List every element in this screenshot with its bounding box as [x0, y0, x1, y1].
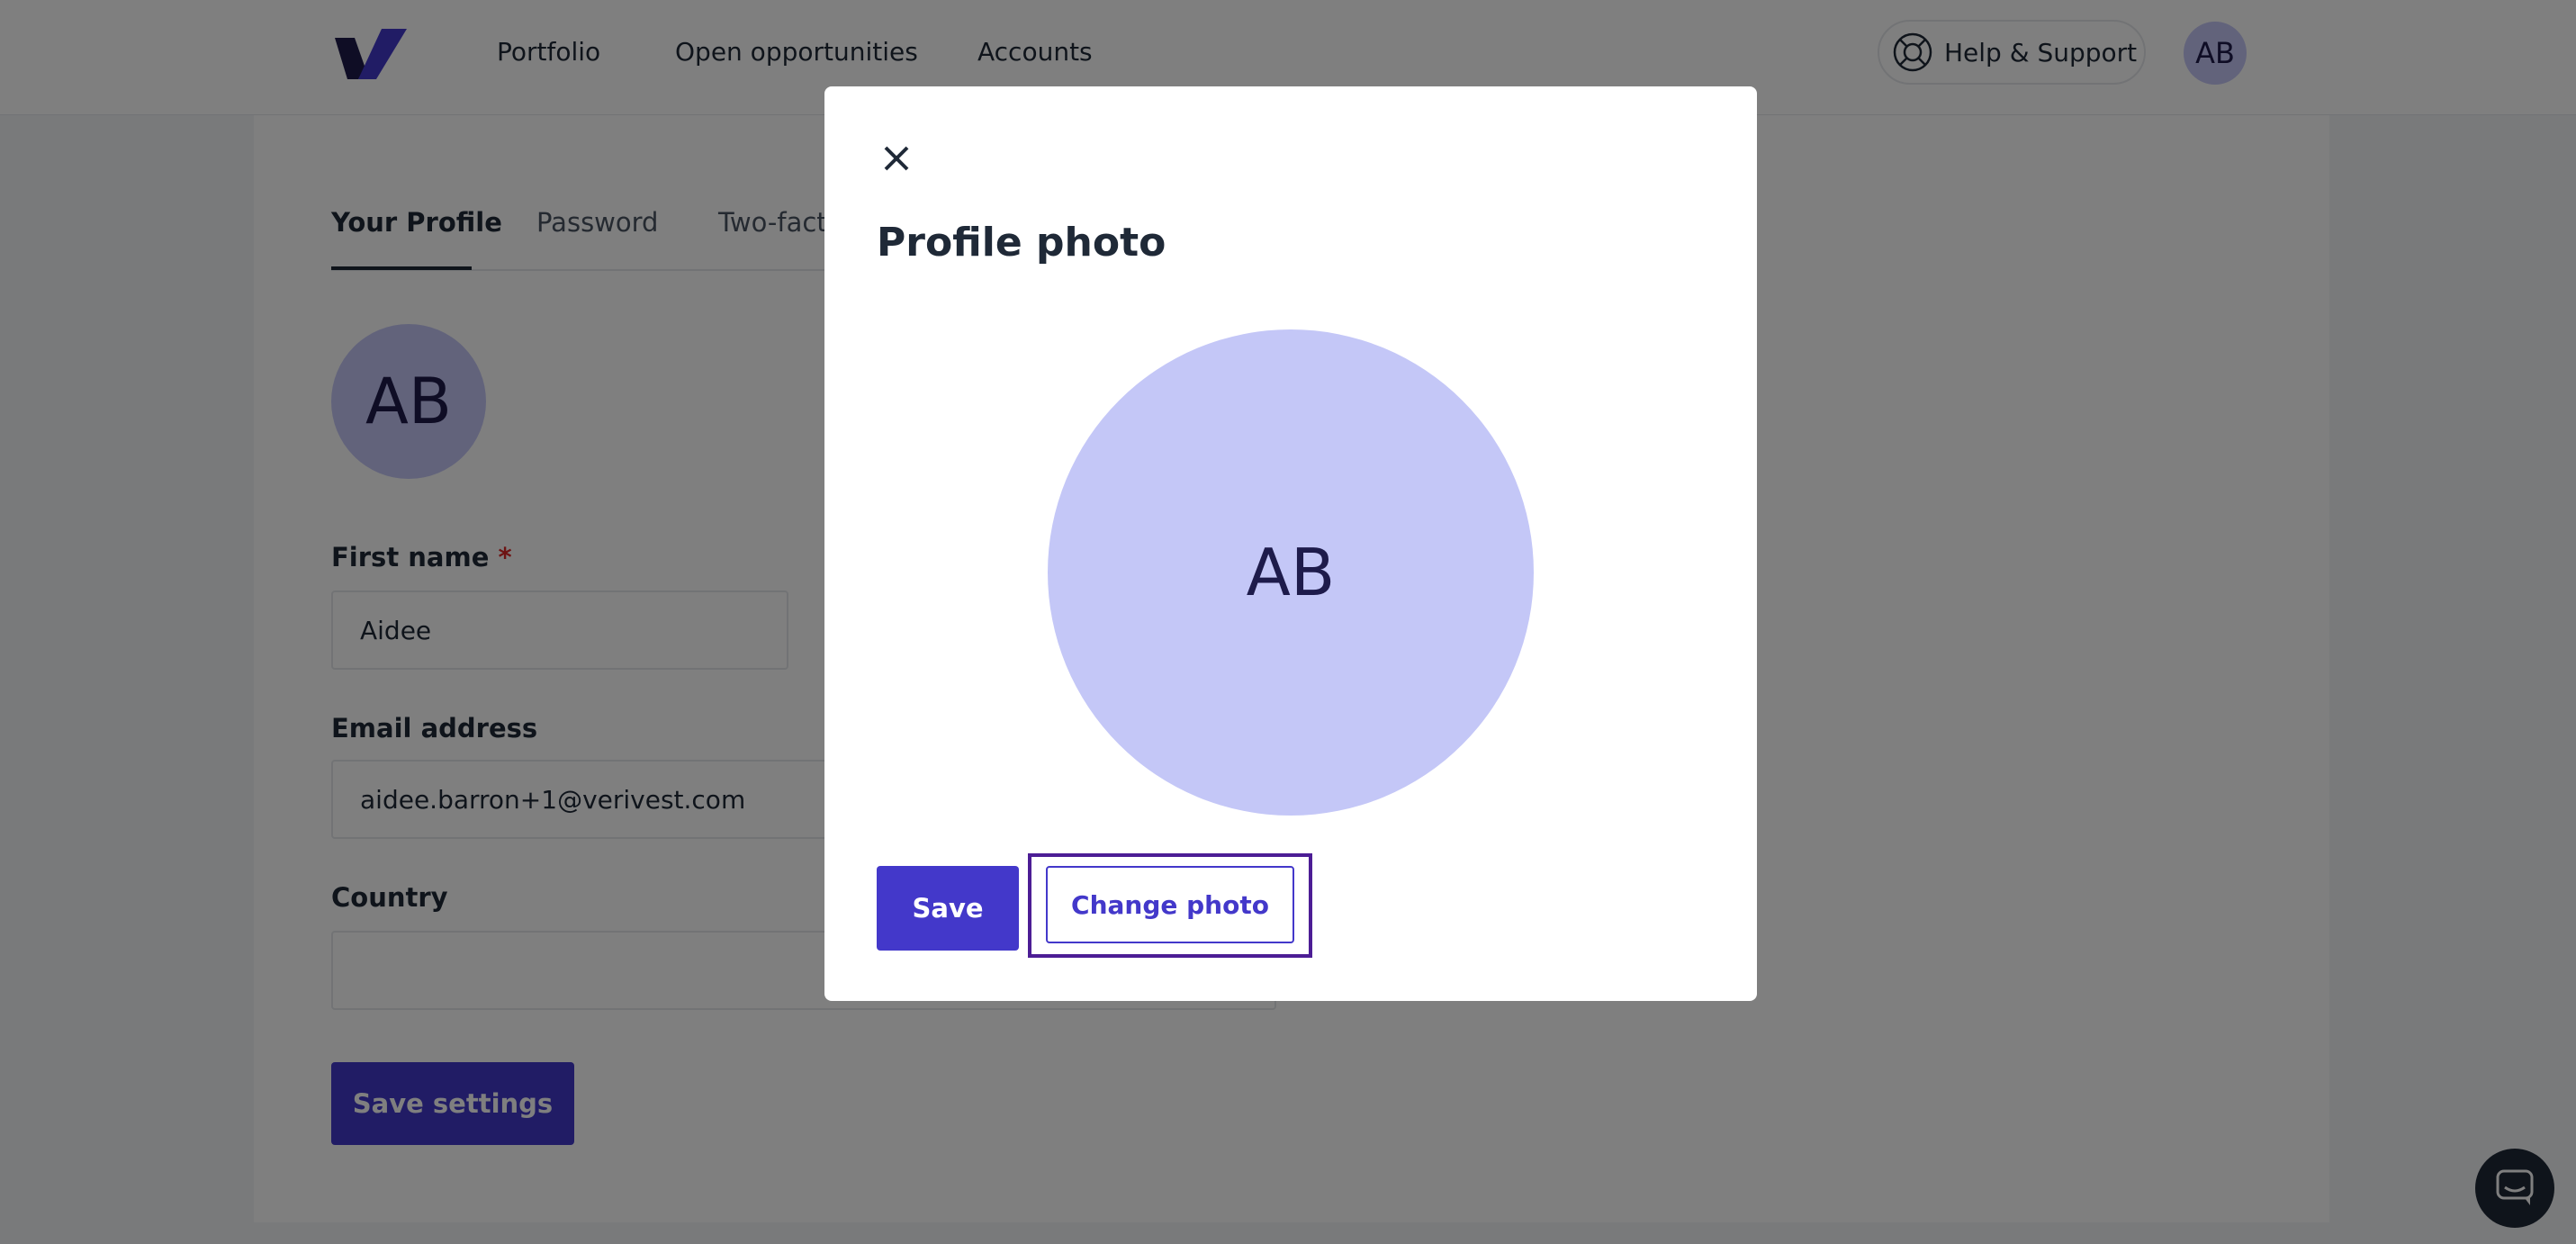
close-button[interactable] [875, 137, 918, 180]
close-icon [884, 146, 909, 171]
change-photo-button[interactable]: Change photo [1046, 866, 1294, 943]
profile-photo-modal: Profile photo AB Save Change photo [824, 86, 1757, 1001]
modal-title: Profile photo [877, 220, 1166, 266]
save-button[interactable]: Save [877, 866, 1019, 951]
photo-preview: AB [1048, 329, 1534, 816]
